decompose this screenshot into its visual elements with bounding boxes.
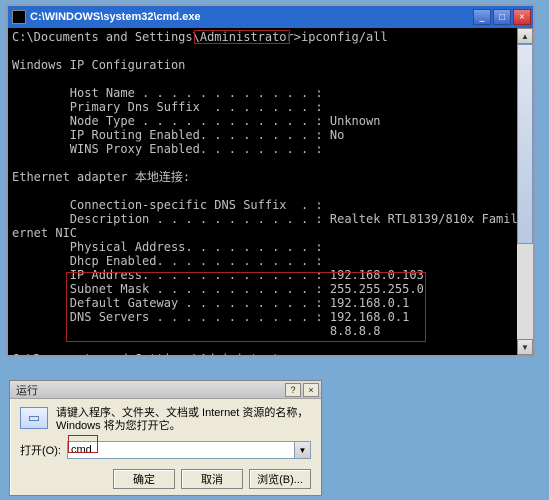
cfg-line: Node Type . . . . . . . . . . . . : Unkn… [12,114,380,128]
run-dialog: 运行 ? × ▭ 请键入程序、文件夹、文档或 Internet 资源的名称，Wi… [9,380,322,496]
cfg-line: WINS Proxy Enabled. . . . . . . . : [12,142,323,156]
typed-command: ipconfig/all [301,30,388,44]
run-titlebar: 运行 ? × [10,381,321,399]
highlight-network [66,272,426,342]
vertical-scrollbar[interactable]: ▲ ▼ [517,28,533,355]
section-header: Ethernet adapter 本地连接: [12,170,190,184]
cfg-line: Connection-specific DNS Suffix . : [12,198,323,212]
browse-button[interactable]: 浏览(B)... [249,469,311,489]
minimize-button[interactable]: _ [473,9,491,25]
maximize-button[interactable]: □ [493,9,511,25]
cancel-button[interactable]: 取消 [181,469,243,489]
open-dropdown-button[interactable]: ▼ [295,441,311,459]
cfg-line: Description . . . . . . . . . . . : Real… [12,212,533,226]
cfg-line: IP Routing Enabled. . . . . . . . : No [12,128,344,142]
cmd-window: C:\WINDOWS\system32\cmd.exe _ □ × C:\Doc… [6,4,535,357]
run-close-button[interactable]: × [303,383,319,397]
close-button[interactable]: × [513,9,531,25]
scroll-up-button[interactable]: ▲ [517,28,533,44]
scrollbar-thumb[interactable] [517,44,533,244]
cfg-line: Primary Dns Suffix . . . . . . . : [12,100,323,114]
cfg-line: Dhcp Enabled. . . . . . . . . . . : [12,254,323,268]
terminal-output: C:\Documents and Settings\Administrator>… [8,28,533,355]
cfg-line: Physical Address. . . . . . . . . : [12,240,323,254]
highlight-command [194,30,290,44]
cmd-icon [12,10,26,24]
scroll-down-button[interactable]: ▼ [517,339,533,355]
cfg-line: ernet NIC [12,226,77,240]
run-description: 请键入程序、文件夹、文档或 Internet 资源的名称，Windows 将为您… [56,407,311,433]
section-header: Windows IP Configuration [12,58,185,72]
prompt: C:\Documents and Settings\Administrator>… [12,352,308,355]
cmd-title: C:\WINDOWS\system32\cmd.exe [30,11,201,23]
open-input[interactable] [67,441,295,459]
run-icon: ▭ [20,407,48,429]
cfg-line: Host Name . . . . . . . . . . . . : [12,86,323,100]
run-help-button[interactable]: ? [285,383,301,397]
ok-button[interactable]: 确定 [113,469,175,489]
run-title-text: 运行 [16,382,38,398]
cmd-titlebar: C:\WINDOWS\system32\cmd.exe _ □ × [8,6,533,28]
open-label: 打开(O): [20,442,61,458]
